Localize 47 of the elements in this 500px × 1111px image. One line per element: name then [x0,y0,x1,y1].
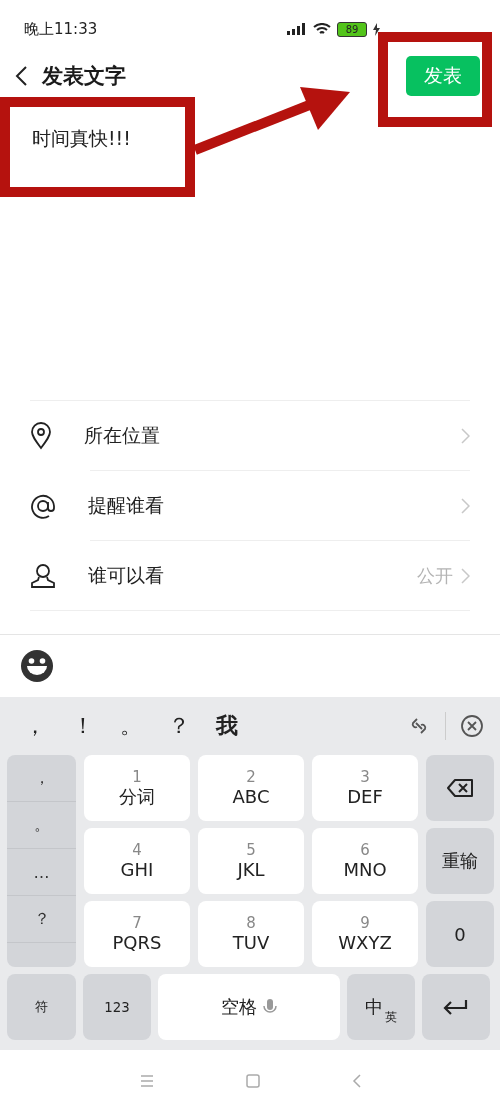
letter-key[interactable]: 7 PQRS [84,901,190,967]
letter-key[interactable]: 3 DEF [312,755,418,821]
post-text: 时间真快!!! [32,127,131,149]
battery-level: 89 [337,21,367,37]
function-key[interactable]: 0 [426,901,494,967]
numbers-key[interactable]: 123 [83,974,151,1040]
candidate-symbol[interactable]: ！ [72,711,120,741]
backspace-icon [446,778,474,798]
symbol-key[interactable]: ， [7,755,76,802]
enter-icon [443,999,469,1015]
emoji-icon[interactable] [20,649,54,683]
space-key[interactable]: 空格 [158,974,340,1040]
letter-key[interactable]: 4 GHI [84,828,190,894]
symbol-key[interactable]: … [7,849,76,896]
close-circle-icon[interactable] [460,714,484,738]
option-label[interactable]: 提醒谁看 [88,492,461,519]
symbol-key[interactable]: ？ [7,896,76,943]
at-sign-icon [30,492,56,519]
symbol-key[interactable]: 。 [7,802,76,849]
person-icon [30,562,56,589]
location-pin-icon [30,421,52,450]
candidate-symbol[interactable]: ？ [168,711,216,741]
charging-bolt-icon [373,22,380,36]
option-value: 公开 [417,563,453,588]
option-label[interactable]: 所在位置 [84,422,461,449]
backspace-key[interactable] [426,755,494,821]
letter-key[interactable]: 8 TUV [198,901,304,967]
letter-key[interactable]: 2 ABC [198,755,304,821]
letter-key[interactable]: 1 分词 [84,755,190,821]
symbols-key[interactable]: 符 [7,974,76,1040]
letter-key[interactable]: 9 WXYZ [312,901,418,967]
chevron-right-icon [461,567,470,584]
function-key[interactable]: 重输 [426,828,494,894]
signal-icon [287,23,307,35]
candidate-symbol[interactable]: 。 [120,711,168,741]
chevron-right-icon [461,427,470,444]
candidate-symbol[interactable]: ， [24,711,72,741]
page-title: 发表文字 [42,63,127,90]
back-icon[interactable] [14,65,28,87]
letter-key[interactable]: 5 JKL [198,828,304,894]
status-time: 晚上11:33 [24,19,98,39]
candidate-word[interactable]: 我 [216,711,407,741]
option-label[interactable]: 谁可以看 [88,562,417,589]
microphone-icon [263,998,277,1016]
chevron-right-icon [461,497,470,514]
wifi-icon [313,22,331,36]
letter-key[interactable]: 6 MNO [312,828,418,894]
